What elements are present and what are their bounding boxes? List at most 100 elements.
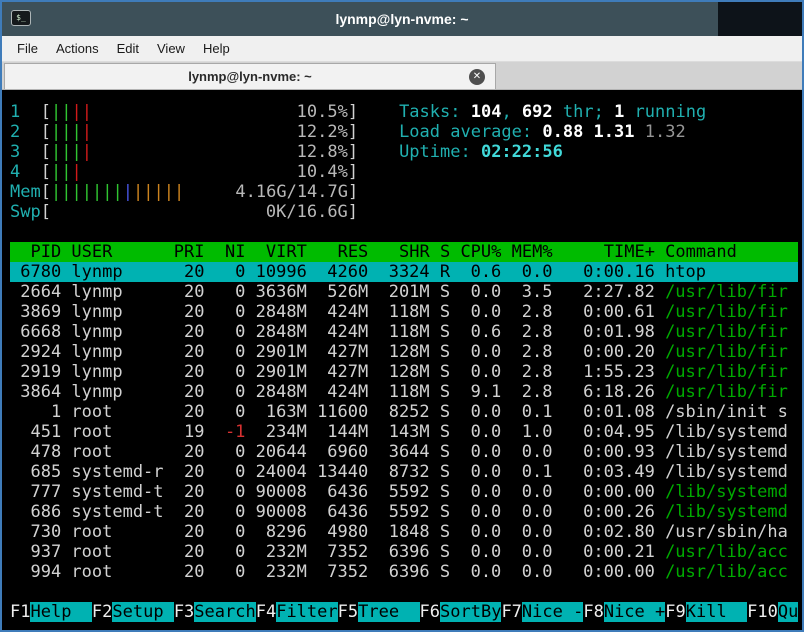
column-header-mem[interactable]: MEM% (501, 242, 553, 262)
tab-close-icon[interactable]: ✕ (469, 69, 485, 85)
process-nice: 0 (214, 482, 246, 502)
process-row[interactable]: 6780 lynmp 20 0 10996 4260 3324 R 0.6 0.… (10, 262, 798, 282)
process-row[interactable]: 730 root 20 0 8296 4980 1848 S 0.0 0.0 0… (10, 522, 798, 542)
meter-value: 12.2% (296, 122, 348, 142)
column-header-shr[interactable]: SHR (368, 242, 430, 262)
process-nice: 0 (214, 502, 246, 522)
process-fields: 686 systemd-t 20 (10, 502, 215, 522)
column-header-command[interactable]: Command (655, 242, 737, 262)
green-meter-bar: | (61, 142, 72, 162)
process-stats: 2848M 424M 118M S 0.6 2.8 0:01.98 (245, 322, 666, 342)
column-header-cpu[interactable]: CPU% (450, 242, 501, 262)
meter-close-bracket: ] (347, 142, 359, 162)
column-header-pri[interactable]: PRI (164, 242, 205, 262)
fkey-f9[interactable]: F9 Kill (665, 602, 748, 622)
menu-view[interactable]: View (148, 36, 194, 61)
process-stats: 24004 13440 8732 S 0.0 0.1 0:03.49 (245, 462, 666, 482)
green-meter-bar: | (50, 142, 62, 162)
menu-file[interactable]: File (8, 36, 47, 61)
menubar: File Actions Edit View Help (2, 36, 802, 62)
process-row[interactable]: 2664 lynmp 20 0 3636M 526M 201M S 0.0 3.… (10, 282, 798, 302)
process-row[interactable]: 451 root 19 -1 234M 144M 143M S 0.0 1.0 … (10, 422, 798, 442)
fkey-f10[interactable]: F10 Qu (747, 602, 799, 622)
process-nice: 0 (214, 262, 246, 282)
fkey-f7[interactable]: F7 Nice - (501, 602, 584, 622)
process-stats: 20644 6960 3644 S 0.0 0.0 0:00.93 (245, 442, 666, 462)
meter-label: 2 (10, 122, 41, 142)
load-average: Load average: 0.88 1.31 1.32 (399, 122, 686, 142)
meter-open-bracket: [ (40, 162, 51, 182)
uptime: Uptime: 02:22:56 (399, 142, 563, 162)
window-controls-area (718, 2, 802, 36)
red-meter-bar: | (71, 162, 82, 182)
terminal-tab[interactable]: lynmp@lyn-nvme: ~ ✕ (4, 63, 496, 89)
process-row[interactable]: 2924 lynmp 20 0 2901M 427M 128M S 0.0 2.… (10, 342, 798, 362)
process-row[interactable]: 6668 lynmp 20 0 2848M 424M 118M S 0.6 2.… (10, 322, 798, 342)
fkey-f3[interactable]: F3 Search (174, 602, 256, 622)
fkey-f5[interactable]: F5 Tree (338, 602, 420, 622)
meter-close-bracket: ] (348, 182, 359, 202)
fkey-f2[interactable]: F2 Setup (92, 602, 174, 622)
fkey-f6[interactable]: F6 SortBy (420, 602, 502, 622)
fkey-f4[interactable]: F4 Filter (256, 602, 338, 622)
process-row[interactable]: 937 root 20 0 232M 7352 6396 S 0.0 0.0 0… (10, 542, 798, 562)
column-header-res[interactable]: RES (307, 242, 369, 262)
process-nice: 0 (214, 342, 246, 362)
process-row[interactable]: 685 systemd-r 20 0 24004 13440 8732 S 0.… (10, 462, 798, 482)
process-row[interactable]: 777 systemd-t 20 0 90008 6436 5592 S 0.0… (10, 482, 798, 502)
process-nice: 0 (214, 322, 246, 342)
terminal-screen[interactable]: 1 [|||| 10.5%] Tasks: 104, 692 thr; 1 ru… (2, 90, 802, 630)
green-meter-bar: | (50, 182, 62, 202)
column-header-virt[interactable]: VIRT (245, 242, 307, 262)
meter-value: 0K/16.6G (265, 202, 348, 222)
process-row[interactable]: 686 systemd-t 20 0 90008 6436 5592 S 0.0… (10, 502, 798, 522)
green-meter-bar: | (50, 162, 62, 182)
terminal-app-icon: $_ (11, 10, 31, 26)
menu-edit[interactable]: Edit (108, 36, 148, 61)
process-command: /lib/systemd (665, 482, 788, 502)
menu-help[interactable]: Help (194, 36, 239, 61)
meter-value: 12.8% (296, 142, 348, 162)
process-row[interactable]: 3869 lynmp 20 0 2848M 424M 118M S 0.0 2.… (10, 302, 798, 322)
process-fields: 1 root 20 (10, 402, 215, 422)
window-title: lynmp@lyn-nvme: ~ (335, 11, 469, 27)
green-meter-bar: | (71, 122, 82, 142)
green-meter-bar: | (61, 122, 72, 142)
process-nice: 0 (214, 382, 246, 402)
column-header-time[interactable]: TIME+ (553, 242, 655, 262)
process-nice: -1 (214, 422, 246, 442)
process-row[interactable]: 2919 lynmp 20 0 2901M 427M 128M S 0.0 2.… (10, 362, 798, 382)
meter-close-bracket: ] (347, 202, 359, 222)
process-stats: 2848M 424M 118M S 9.1 2.8 6:18.26 (245, 382, 666, 402)
process-command: /usr/lib/fir (665, 282, 788, 302)
process-command: /usr/lib/fir (665, 322, 788, 342)
process-command: htop (665, 262, 707, 282)
red-meter-bar: | (71, 102, 82, 122)
fkey-f1[interactable]: F1 Help (10, 602, 92, 622)
process-stats: 232M 7352 6396 S 0.0 0.0 0:00.00 (245, 562, 666, 582)
orange-meter-bar: | (153, 182, 164, 202)
process-stats: 2901M 427M 128M S 0.0 2.8 1:55.23 (245, 362, 666, 382)
orange-meter-bar: | (163, 182, 174, 202)
column-header-ni[interactable]: NI (205, 242, 245, 262)
titlebar[interactable]: $_ lynmp@lyn-nvme: ~ (2, 2, 802, 36)
cpu-4-meter: 4 [||| 10.4%] (10, 162, 798, 182)
menu-actions[interactable]: Actions (47, 36, 108, 61)
process-stats: 2848M 424M 118M S 0.0 2.8 0:00.61 (245, 302, 666, 322)
process-row[interactable]: 994 root 20 0 232M 7352 6396 S 0.0 0.0 0… (10, 562, 798, 582)
column-header-s[interactable]: S (430, 242, 450, 262)
process-command: /usr/lib/fir (665, 362, 788, 382)
process-table-header: PID USER PRI NI VIRT RES SHR S CPU% MEM%… (10, 242, 798, 262)
process-row[interactable]: 1 root 20 0 163M 11600 8252 S 0.0 0.1 0:… (10, 402, 798, 422)
process-row[interactable]: 3864 lynmp 20 0 2848M 424M 118M S 9.1 2.… (10, 382, 798, 402)
process-fields: 6668 lynmp 20 (10, 322, 215, 342)
column-header-pid[interactable]: PID (10, 242, 61, 262)
process-row[interactable]: 478 root 20 0 20644 6960 3644 S 0.0 0.0 … (10, 442, 798, 462)
process-nice: 0 (214, 282, 246, 302)
fkey-f8[interactable]: F8 Nice + (583, 602, 666, 622)
column-header-user[interactable]: USER (61, 242, 163, 262)
process-fields: 2924 lynmp 20 (10, 342, 215, 362)
process-stats: 90008 6436 5592 S 0.0 0.0 0:00.26 (245, 502, 666, 522)
